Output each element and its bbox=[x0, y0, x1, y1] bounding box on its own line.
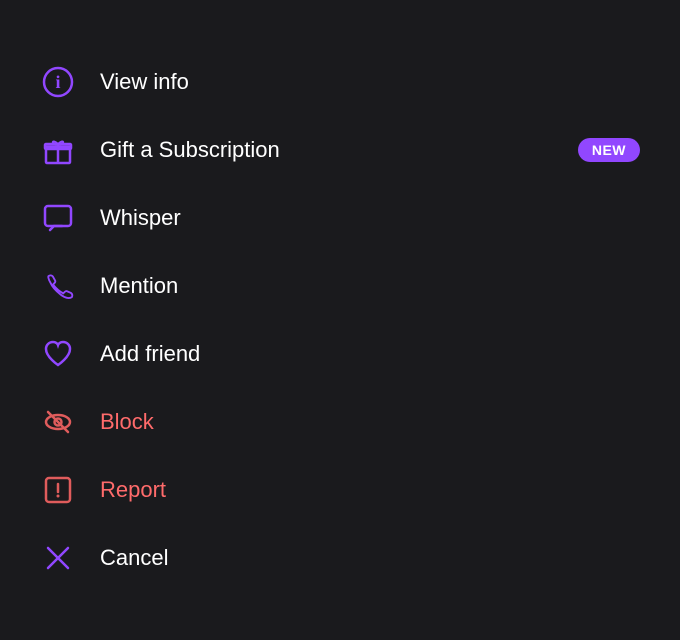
menu-item-mention[interactable]: Mention bbox=[0, 252, 680, 320]
menu-label-mention: Mention bbox=[100, 273, 178, 299]
x-icon bbox=[40, 540, 76, 576]
menu-item-gift-subscription[interactable]: Gift a Subscription NEW bbox=[0, 116, 680, 184]
menu-item-report[interactable]: Report bbox=[0, 456, 680, 524]
gift-icon bbox=[40, 132, 76, 168]
menu-item-whisper[interactable]: Whisper bbox=[0, 184, 680, 252]
menu-label-report: Report bbox=[100, 477, 166, 503]
menu-label-cancel: Cancel bbox=[100, 545, 168, 571]
menu-item-cancel[interactable]: Cancel bbox=[0, 524, 680, 592]
menu-item-add-friend[interactable]: Add friend bbox=[0, 320, 680, 388]
block-icon bbox=[40, 404, 76, 440]
report-icon bbox=[40, 472, 76, 508]
chat-icon bbox=[40, 200, 76, 236]
menu-label-block: Block bbox=[100, 409, 154, 435]
svg-text:i: i bbox=[55, 72, 60, 92]
menu-label-add-friend: Add friend bbox=[100, 341, 200, 367]
menu-container: i View info Gift a Subscription NE bbox=[0, 0, 680, 640]
phone-icon bbox=[40, 268, 76, 304]
info-circle-icon: i bbox=[40, 64, 76, 100]
heart-icon bbox=[40, 336, 76, 372]
menu-label-gift-subscription: Gift a Subscription bbox=[100, 137, 280, 163]
menu-item-view-info[interactable]: i View info bbox=[0, 48, 680, 116]
menu-item-block[interactable]: Block bbox=[0, 388, 680, 456]
menu-label-whisper: Whisper bbox=[100, 205, 181, 231]
menu-label-view-info: View info bbox=[100, 69, 189, 95]
new-badge: NEW bbox=[578, 138, 640, 162]
